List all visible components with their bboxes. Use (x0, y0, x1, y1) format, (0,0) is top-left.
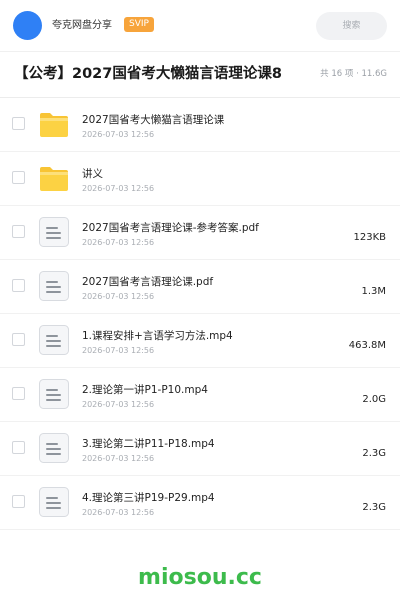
select-checkbox[interactable] (12, 333, 25, 346)
folder-meta: 共 16 项 · 11.6G (320, 69, 387, 79)
file-date: 2026-07-03 12:56 (82, 130, 155, 139)
search-label: 搜索 (342, 21, 361, 31)
file-date: 2026-07-03 12:56 (82, 292, 155, 301)
file-name: 2027国省考言语理论课-参考答案.pdf (82, 222, 259, 234)
svip-badge: SVIP (124, 17, 154, 32)
file-size: 2.3G (362, 448, 386, 459)
top-bar: 夸克网盘分享 SVIP 搜索 (0, 0, 400, 52)
file-name: 讲义 (82, 168, 103, 180)
file-name: 1.课程安排+言语学习方法.mp4 (82, 330, 233, 342)
document-icon (38, 216, 70, 248)
file-row[interactable]: 2027国省考言语理论课.pdf 2026-07-03 12:56 1.3M (0, 260, 400, 314)
file-name: 2027国省考大懒猫言语理论课 (82, 114, 225, 126)
sharer-name[interactable]: 夸克网盘分享 (52, 19, 112, 33)
select-checkbox[interactable] (12, 225, 25, 238)
file-row[interactable]: 2027国省考言语理论课-参考答案.pdf 2026-07-03 12:56 1… (0, 206, 400, 260)
search-button[interactable]: 搜索 (316, 12, 387, 40)
file-date: 2026-07-03 12:56 (82, 400, 155, 409)
file-date: 2026-07-03 12:56 (82, 346, 155, 355)
file-row[interactable]: 讲义 2026-07-03 12:56 (0, 152, 400, 206)
file-size: 123KB (353, 232, 386, 243)
file-name: 2.理论第一讲P1-P10.mp4 (82, 384, 208, 396)
watermark-text: miosou.cc (138, 565, 262, 590)
avatar[interactable] (13, 11, 42, 40)
file-name: 4.理论第三讲P19-P29.mp4 (82, 492, 215, 504)
select-checkbox[interactable] (12, 495, 25, 508)
document-icon (38, 378, 70, 410)
file-size: 463.8M (348, 340, 386, 351)
file-list: 2027国省考大懒猫言语理论课 2026-07-03 12:56 讲义 2026… (0, 98, 400, 530)
file-date: 2026-07-03 12:56 (82, 184, 155, 193)
file-row[interactable]: 2027国省考大懒猫言语理论课 2026-07-03 12:56 (0, 98, 400, 152)
document-icon (38, 324, 70, 356)
select-checkbox[interactable] (12, 387, 25, 400)
file-name: 2027国省考言语理论课.pdf (82, 276, 214, 288)
file-date: 2026-07-03 12:56 (82, 454, 155, 463)
file-date: 2026-07-03 12:56 (82, 508, 155, 517)
file-row[interactable]: 2.理论第一讲P1-P10.mp4 2026-07-03 12:56 2.0G (0, 368, 400, 422)
file-row[interactable]: 3.理论第二讲P11-P18.mp4 2026-07-03 12:56 2.3G (0, 422, 400, 476)
file-size: 2.0G (362, 394, 386, 405)
file-row[interactable]: 1.课程安排+言语学习方法.mp4 2026-07-03 12:56 463.8… (0, 314, 400, 368)
document-icon (38, 270, 70, 302)
select-checkbox[interactable] (12, 117, 25, 130)
file-size: 2.3G (362, 502, 386, 513)
select-checkbox[interactable] (12, 171, 25, 184)
file-date: 2026-07-03 12:56 (82, 238, 155, 247)
file-row[interactable]: 4.理论第三讲P19-P29.mp4 2026-07-03 12:56 2.3G (0, 476, 400, 530)
document-icon (38, 432, 70, 464)
page-title: 【公考】2027国省考大懒猫言语理论课8 (14, 66, 282, 82)
select-checkbox[interactable] (12, 279, 25, 292)
file-name: 3.理论第二讲P11-P18.mp4 (82, 438, 215, 450)
file-size: 1.3M (361, 286, 386, 297)
folder-icon (38, 108, 70, 140)
folder-header: 【公考】2027国省考大懒猫言语理论课8 共 16 项 · 11.6G (0, 52, 400, 98)
folder-icon (38, 162, 70, 194)
document-icon (38, 486, 70, 518)
select-checkbox[interactable] (12, 441, 25, 454)
